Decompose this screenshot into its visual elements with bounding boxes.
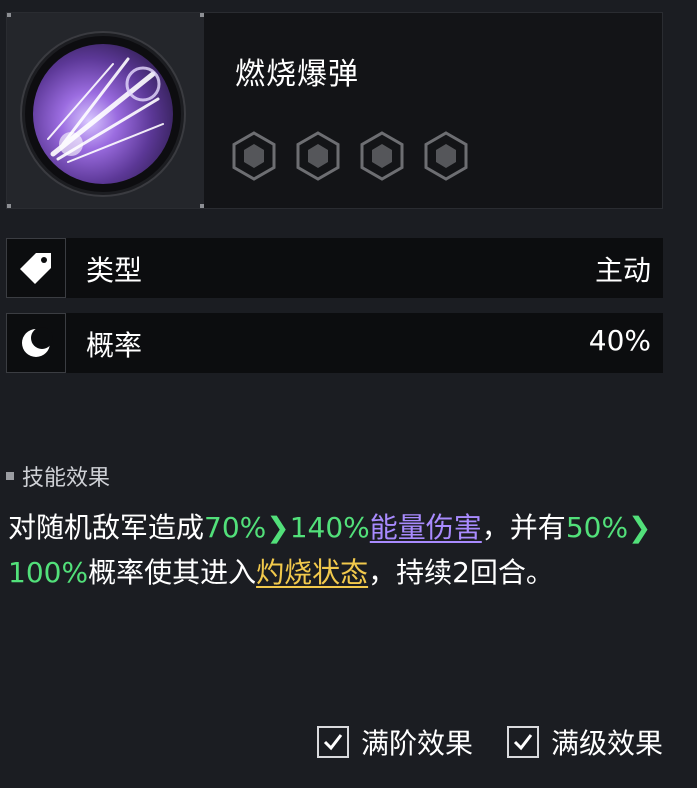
desc-text: ，持续2回合。 (368, 556, 554, 589)
attribute-row-type: 类型 主动 (6, 238, 663, 298)
hexagon-star-icon (424, 131, 468, 181)
skill-header: 燃烧爆弹 (6, 12, 663, 209)
attribute-label: 类型 (86, 254, 143, 287)
max-stage-toggle[interactable]: 满阶效果 (316, 722, 473, 762)
attribute-value: 主动 (594, 254, 651, 287)
attribute-value: 40% (588, 324, 651, 357)
checkbox[interactable] (316, 726, 349, 758)
checkmark-icon (323, 734, 343, 751)
burning-bomb-icon (33, 44, 173, 184)
desc-text: 对随机敌军造成 (8, 511, 205, 544)
damage-to-value: 140% (289, 511, 370, 544)
damage-from-value: 70% (204, 511, 267, 544)
effect-section-label: 技能效果 (22, 466, 111, 491)
skill-icon-frame (22, 33, 184, 195)
burn-status-link[interactable]: 灼烧状态 (256, 556, 368, 589)
desc-text: 概率使其进入 (88, 556, 257, 589)
max-level-label: 满级效果 (550, 727, 663, 760)
attribute-label: 概率 (86, 329, 143, 362)
chance-to-value: 100% (8, 556, 89, 589)
corner-marker (7, 13, 11, 17)
upgrade-arrow-icon: ❯ (628, 511, 652, 544)
crescent-moon-icon (6, 313, 66, 373)
hexagon-star-icon (232, 131, 276, 181)
skill-description: 对随机敌军造成70%❯140%能量伤害，并有50%❯100%概率使其进入灼烧状态… (8, 505, 688, 595)
energy-damage-link[interactable]: 能量伤害 (370, 511, 482, 544)
effect-toggles: 满阶效果 满级效果 (316, 722, 663, 762)
effect-section-title: 技能效果 (6, 460, 110, 492)
checkmark-icon (513, 734, 533, 751)
star-rating (229, 131, 471, 181)
max-level-toggle[interactable]: 满级效果 (506, 722, 663, 762)
hexagon-star-icon (296, 131, 340, 181)
corner-marker (200, 204, 204, 208)
desc-text: ，并有 (481, 511, 566, 544)
attribute-row-chance: 概率 40% (6, 313, 663, 373)
corner-marker (200, 13, 204, 17)
hexagon-star-icon (360, 131, 404, 181)
corner-marker (7, 204, 11, 208)
tag-icon (6, 238, 66, 298)
checkbox[interactable] (506, 726, 539, 758)
section-bullet (6, 472, 14, 480)
chance-from-value: 50% (565, 511, 629, 544)
skill-icon-panel (7, 13, 204, 208)
skill-name: 燃烧爆弹 (235, 57, 359, 92)
max-stage-label: 满阶效果 (360, 727, 473, 760)
upgrade-arrow-icon: ❯ (266, 511, 290, 544)
